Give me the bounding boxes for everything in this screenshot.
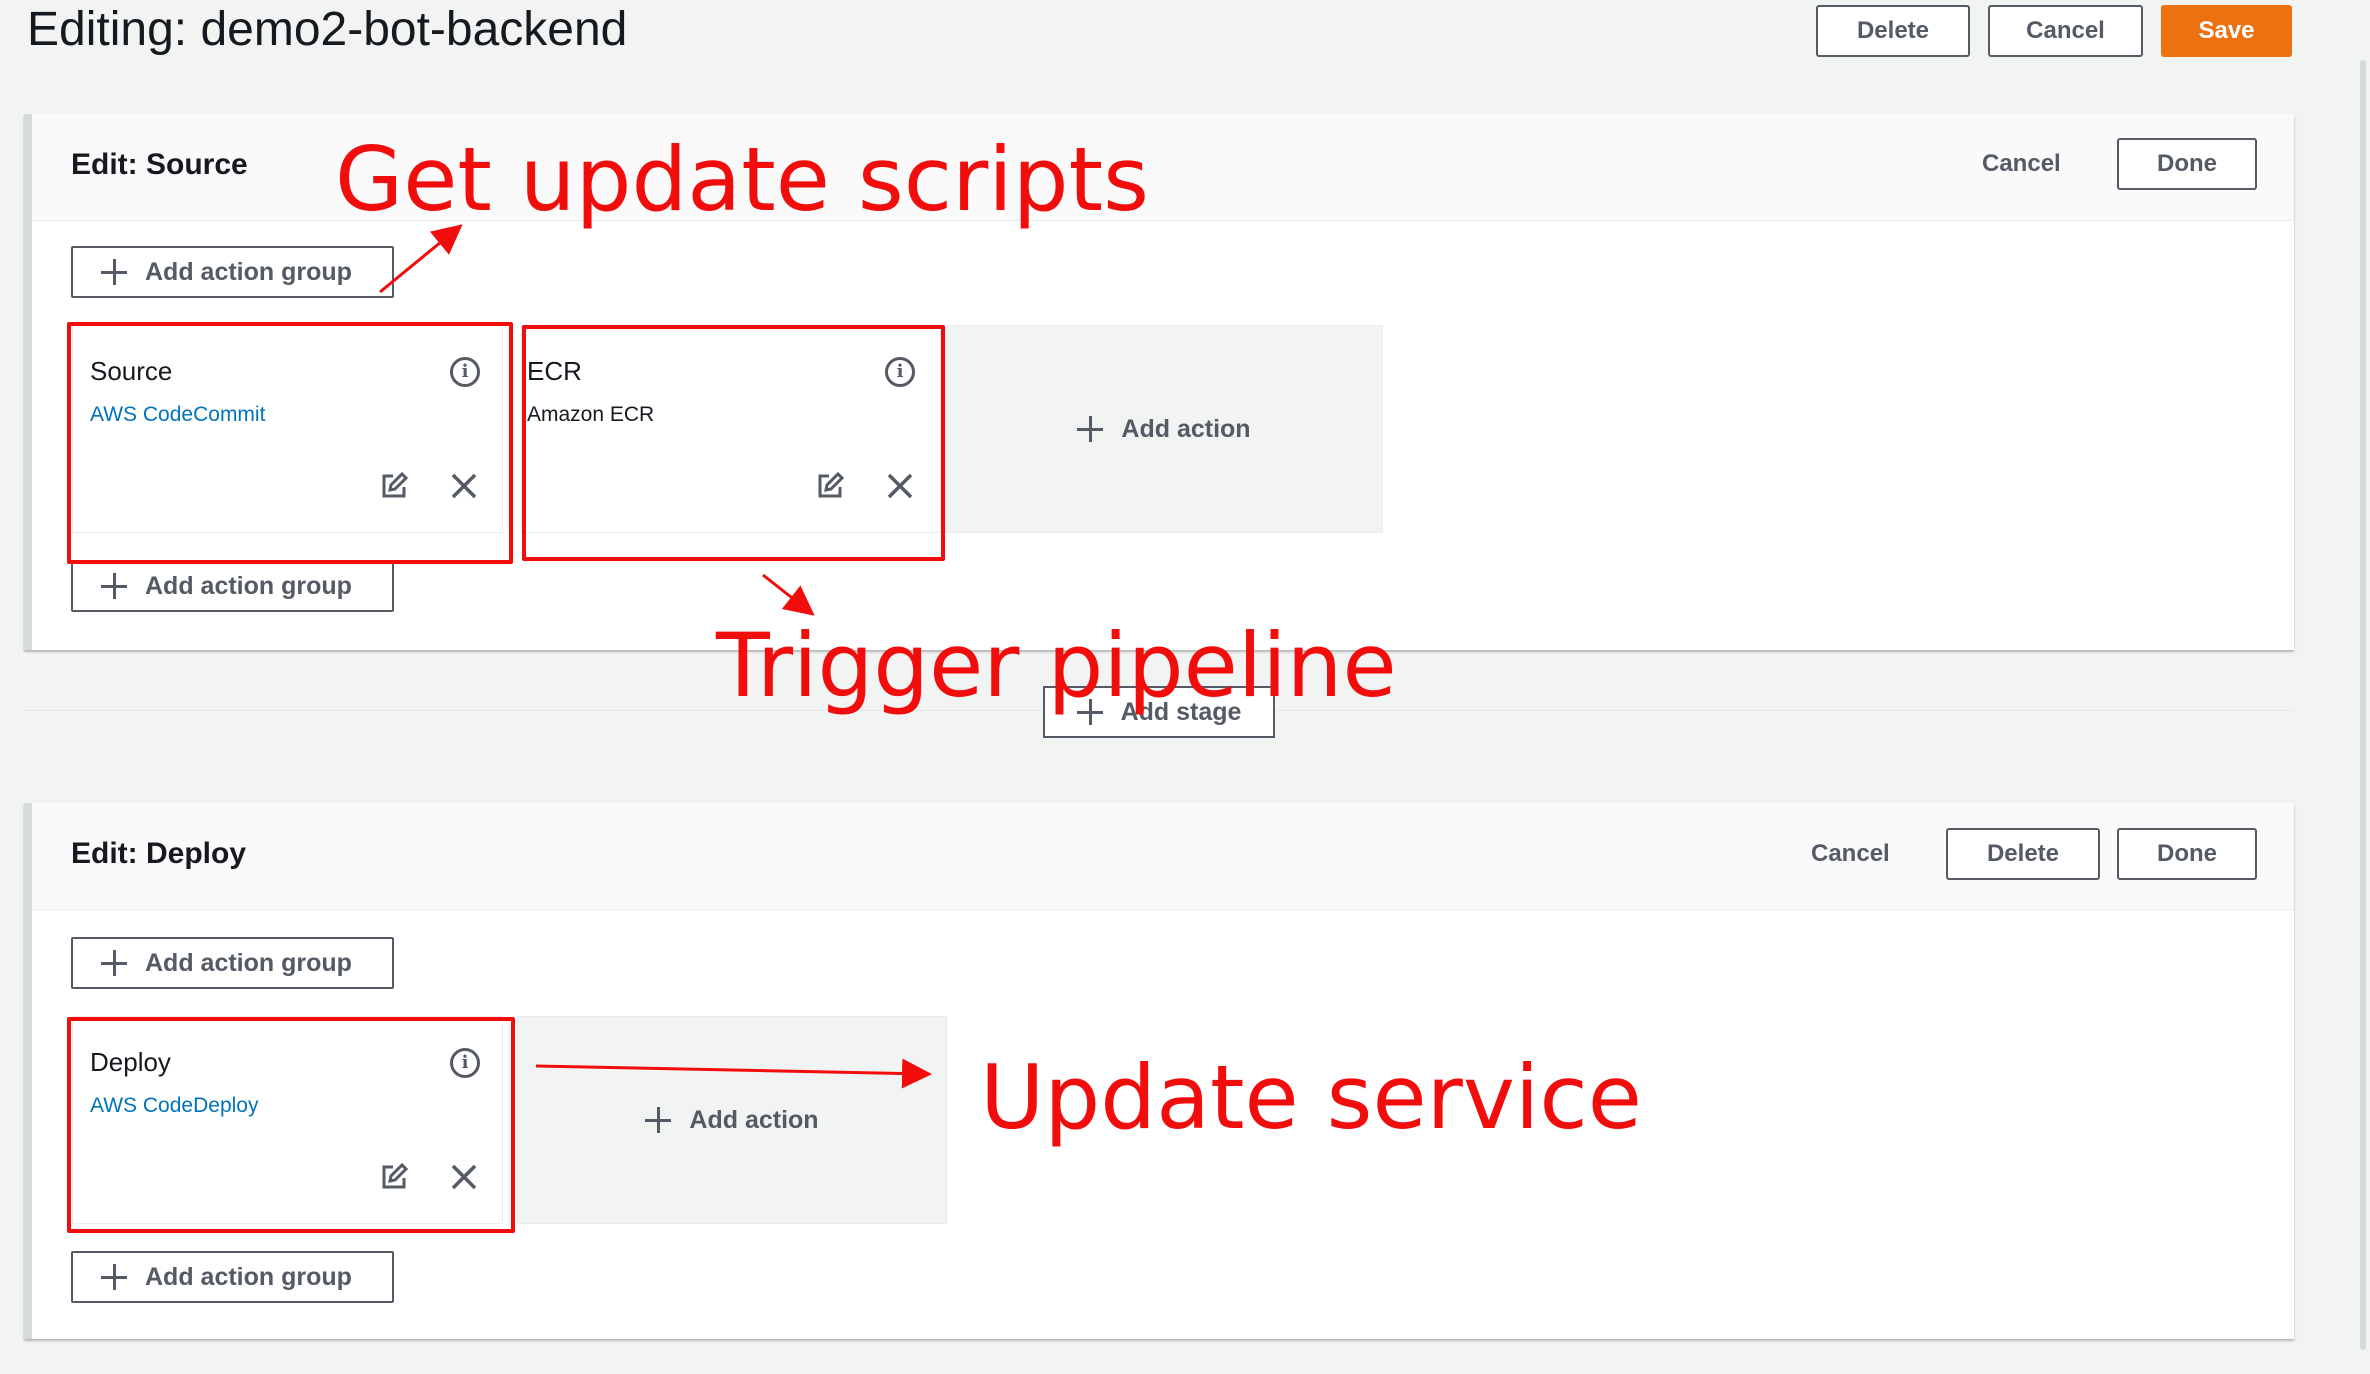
scrollbar-thumb[interactable]	[2360, 60, 2366, 1350]
arrow-to-update-service	[535, 1058, 932, 1089]
arrow-to-get-update-scripts	[379, 224, 463, 294]
arrow-to-trigger-pipeline	[762, 573, 815, 616]
annotation-arrows	[379, 224, 932, 1089]
